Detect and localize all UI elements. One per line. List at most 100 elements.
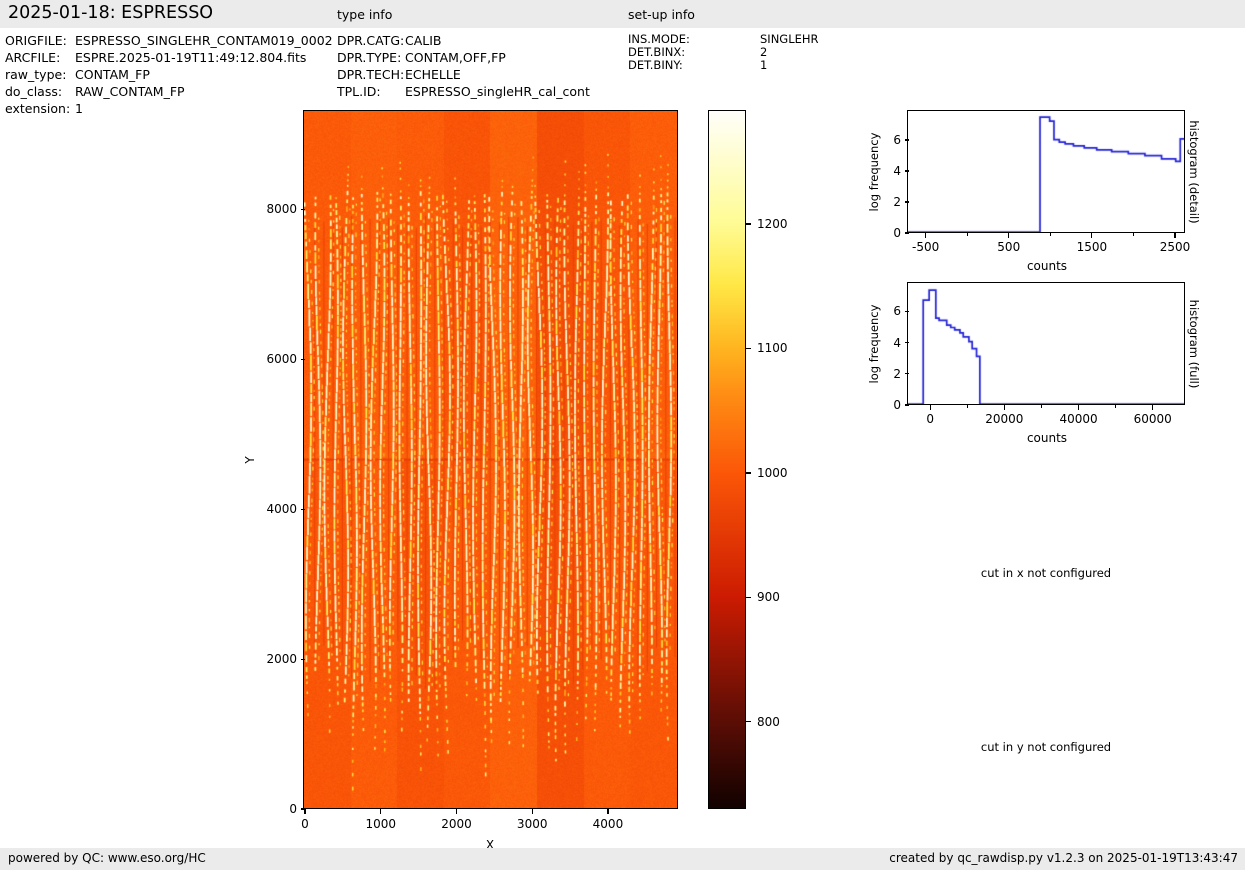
meta-value: CONTAM,OFF,FP bbox=[405, 50, 506, 65]
x-tick-mark bbox=[966, 405, 968, 408]
y-tick-label: 0 bbox=[289, 802, 297, 816]
detector-image-canvas bbox=[304, 111, 678, 809]
x-tick-mark bbox=[1008, 233, 1010, 238]
histogram-full-x-label: counts bbox=[1026, 431, 1068, 445]
meta-label: DPR.TYPE: bbox=[337, 50, 402, 65]
x-tick-label: -500 bbox=[912, 240, 940, 254]
y-tick-label: 4 bbox=[893, 163, 901, 178]
header-bar: 2025-01-18: ESPRESSO type info set-up in… bbox=[0, 0, 1245, 28]
meta-value: 1 bbox=[760, 58, 768, 72]
x-tick-mark bbox=[1040, 405, 1043, 408]
x-tick-mark bbox=[304, 809, 306, 814]
x-tick-label: 1000 bbox=[365, 817, 397, 831]
setup-info-header: set-up info bbox=[628, 7, 695, 22]
y-tick-label: 6 bbox=[893, 304, 901, 319]
histogram-full-plot bbox=[907, 282, 1186, 406]
meta-value: CALIB bbox=[405, 33, 442, 48]
meta-value: ESPRE.2025-01-19T11:49:12.804.fits bbox=[75, 50, 307, 65]
x-tick-label: 500 bbox=[997, 240, 1021, 254]
footer-bar: powered by QC: www.eso.org/HC created by… bbox=[0, 848, 1245, 870]
histogram-detail-title: histogram (detail) bbox=[1187, 120, 1201, 224]
meta-label: DPR.CATG: bbox=[337, 33, 405, 48]
meta-label: INS.MODE: bbox=[628, 32, 690, 46]
x-tick-label: 60000 bbox=[1133, 412, 1172, 426]
y-tick-label: 0 bbox=[893, 226, 901, 240]
x-tick-mark bbox=[925, 233, 927, 238]
meta-value: ESPRESSO_singleHR_cal_cont bbox=[405, 84, 590, 99]
footer-left-text: powered by QC: www.eso.org/HC bbox=[8, 851, 206, 865]
x-tick-mark bbox=[607, 809, 609, 814]
y-tick-mark bbox=[904, 310, 909, 312]
colorbar-tick-label: 1200 bbox=[757, 217, 788, 232]
meta-value: RAW_CONTAM_FP bbox=[75, 84, 185, 99]
x-tick-label: 1500 bbox=[1076, 240, 1108, 254]
y-tick-mark bbox=[300, 208, 305, 211]
x-tick-mark bbox=[1152, 405, 1154, 410]
x-tick-mark bbox=[455, 809, 458, 814]
main-y-axis-label: Y bbox=[243, 456, 257, 464]
x-tick-label: 3000 bbox=[516, 817, 548, 831]
meta-label: DET.BINY: bbox=[628, 58, 683, 72]
meta-value: 2 bbox=[760, 45, 768, 59]
y-tick-mark bbox=[904, 139, 909, 141]
meta-label: TPL.ID: bbox=[337, 84, 381, 99]
meta-label: DET.BINX: bbox=[628, 45, 686, 59]
main-image-plot bbox=[303, 110, 679, 810]
y-tick-label: 8000 bbox=[266, 202, 297, 217]
meta-label: ARCFILE: bbox=[5, 50, 61, 65]
y-tick-mark bbox=[300, 658, 305, 660]
qc-report-page: 2025-01-18: ESPRESSO type info set-up in… bbox=[0, 0, 1245, 870]
y-tick-mark bbox=[300, 358, 305, 360]
colorbar-tick-mark bbox=[746, 721, 751, 723]
x-tick-mark bbox=[1049, 233, 1051, 236]
page-title: 2025-01-18: ESPRESSO bbox=[8, 3, 214, 23]
cut-y-message: cut in y not configured bbox=[980, 740, 1112, 754]
x-tick-mark bbox=[1132, 233, 1135, 236]
y-tick-mark bbox=[904, 341, 909, 344]
x-tick-label: 0 bbox=[926, 412, 934, 426]
y-tick-label: 6 bbox=[893, 132, 901, 147]
y-tick-label: 2 bbox=[893, 366, 901, 381]
meta-label: DPR.TECH: bbox=[337, 67, 405, 82]
x-tick-mark bbox=[1003, 405, 1005, 410]
histogram-detail-y-label: log frequency bbox=[867, 132, 881, 212]
meta-label: do_class: bbox=[5, 84, 63, 99]
x-tick-mark bbox=[1091, 233, 1093, 238]
x-tick-mark bbox=[929, 405, 931, 410]
footer-right-text: created by qc_rawdisp.py v1.2.3 on 2025-… bbox=[889, 851, 1238, 865]
histogram-detail-plot bbox=[907, 110, 1186, 234]
y-tick-mark bbox=[904, 170, 909, 172]
histogram-detail-canvas bbox=[908, 111, 1185, 233]
colorbar-tick-mark bbox=[746, 347, 751, 350]
y-tick-mark bbox=[904, 373, 909, 375]
colorbar-tick-label: 800 bbox=[757, 714, 780, 729]
histogram-full-y-label: log frequency bbox=[867, 304, 881, 384]
y-tick-label: 6000 bbox=[266, 352, 297, 367]
colorbar-tick-label: 900 bbox=[757, 590, 780, 605]
x-tick-label: 2500 bbox=[1159, 240, 1191, 254]
x-tick-label: 0 bbox=[301, 817, 309, 831]
meta-label: extension: bbox=[5, 101, 71, 116]
histogram-full-canvas bbox=[908, 283, 1185, 405]
x-tick-mark bbox=[1077, 405, 1080, 410]
meta-value: ECHELLE bbox=[405, 67, 461, 82]
meta-value: CONTAM_FP bbox=[75, 67, 150, 82]
x-tick-mark bbox=[1174, 233, 1176, 238]
y-tick-label: 4000 bbox=[266, 502, 297, 517]
colorbar-tick-label: 1100 bbox=[757, 341, 788, 356]
histogram-detail-x-label: counts bbox=[1026, 259, 1068, 273]
x-tick-mark bbox=[1115, 405, 1117, 408]
x-tick-mark bbox=[966, 233, 968, 236]
y-tick-mark bbox=[300, 508, 305, 510]
colorbar-canvas bbox=[709, 111, 746, 809]
x-tick-mark bbox=[380, 809, 382, 814]
histogram-full-title: histogram (full) bbox=[1187, 299, 1201, 389]
colorbar-tick-mark bbox=[746, 223, 751, 225]
y-tick-label: 2 bbox=[893, 194, 901, 209]
y-tick-mark bbox=[904, 232, 909, 234]
cut-x-message: cut in x not configured bbox=[980, 566, 1112, 580]
x-tick-mark bbox=[531, 809, 533, 814]
y-tick-label: 0 bbox=[893, 398, 901, 412]
colorbar bbox=[708, 110, 747, 810]
meta-value: 1 bbox=[75, 101, 83, 116]
